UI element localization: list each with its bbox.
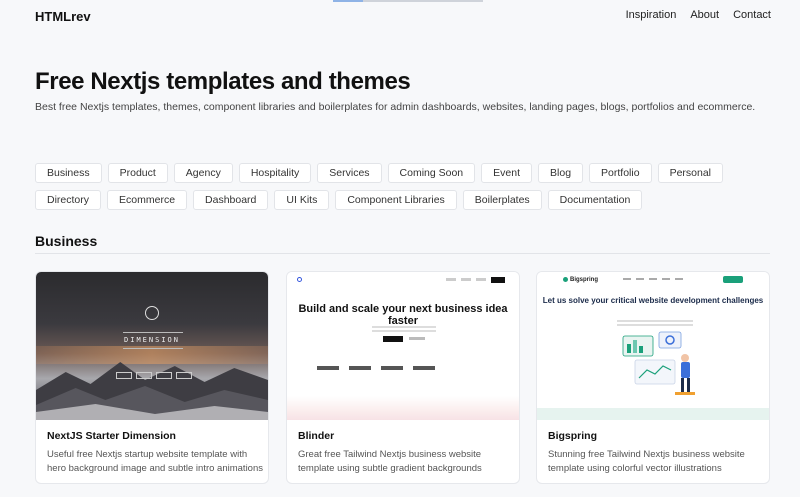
thumb-nav-item	[675, 278, 683, 280]
dashboard-illustration	[622, 331, 695, 395]
template-thumbnail[interactable]: Build and scale your next business idea …	[287, 272, 519, 420]
thumb-nav-item	[636, 278, 644, 280]
partner-logo	[413, 366, 435, 370]
partner-logo	[349, 366, 371, 370]
thumb-text-line	[372, 330, 436, 332]
thumb-nav-button	[491, 277, 505, 283]
card-description: Useful free Nextjs startup website templ…	[47, 449, 263, 474]
thumb-heading: Build and scale your next business idea …	[298, 303, 508, 327]
category-chip-event[interactable]: Event	[481, 163, 533, 183]
template-thumbnail[interactable]: DIMENSION	[36, 272, 268, 420]
partner-logo	[317, 366, 339, 370]
thumb-nav-item	[116, 372, 132, 379]
thumb-nav	[623, 278, 683, 280]
template-thumbnail[interactable]: Bigspring Let us solve your critical web…	[537, 272, 769, 420]
category-chip-hospitality[interactable]: Hospitality	[238, 163, 312, 183]
site-logo[interactable]: HTMLrev	[35, 9, 91, 24]
category-chip-services[interactable]: Services	[317, 163, 382, 183]
category-chip-documentation[interactable]: Documentation	[547, 190, 643, 210]
category-chip-personal[interactable]: Personal	[657, 163, 724, 183]
thumb-logo: Bigspring	[563, 277, 598, 283]
thumb-nav-item	[176, 372, 192, 379]
thumb-nav	[116, 372, 192, 379]
template-card-dimension[interactable]: DIMENSION NextJS Starter Dimension Usefu…	[35, 271, 269, 484]
thumb-nav-item	[461, 278, 471, 281]
thumb-gradient-footer	[287, 396, 519, 420]
section-title: Business	[35, 233, 98, 249]
thumb-logo-icon	[297, 277, 302, 282]
category-chip-product[interactable]: Product	[107, 163, 168, 183]
thumb-heading: DIMENSION	[124, 336, 180, 344]
thumb-text-line	[372, 326, 436, 328]
thumb-nav-item	[476, 278, 486, 281]
section-divider	[35, 253, 770, 254]
thumb-nav-item	[156, 372, 172, 379]
category-chip-boilerplates[interactable]: Boilerplates	[462, 190, 542, 210]
diamond-icon	[145, 306, 159, 320]
category-chip-blog[interactable]: Blog	[538, 163, 584, 183]
site-header: HTMLrev Inspiration About Contact	[0, 0, 800, 34]
thumb-footer	[537, 408, 769, 420]
card-title[interactable]: Bigspring	[548, 430, 597, 442]
category-chip-component-libraries[interactable]: Component Libraries	[335, 190, 457, 210]
category-chip-portfolio[interactable]: Portfolio	[589, 163, 652, 183]
mountain-illustration	[36, 362, 268, 420]
thumb-nav-item	[623, 278, 631, 280]
thumb-text-line	[617, 324, 693, 326]
category-chip-ui-kits[interactable]: UI Kits	[274, 190, 330, 210]
thumb-cta-button	[383, 336, 403, 342]
category-chip-coming-soon[interactable]: Coming Soon	[387, 163, 476, 183]
thumb-divider-top	[123, 332, 183, 333]
thumb-nav-item	[662, 278, 670, 280]
thumb-link	[409, 337, 425, 340]
category-chip-directory[interactable]: Directory	[35, 190, 102, 210]
thumb-nav-item	[446, 278, 456, 281]
card-title[interactable]: Blinder	[298, 430, 334, 442]
thumb-nav-item	[649, 278, 657, 280]
thumb-text-line	[617, 320, 693, 322]
page-title: Free Nextjs templates and themes	[35, 68, 411, 95]
template-card-bigspring[interactable]: Bigspring Let us solve your critical web…	[536, 271, 770, 484]
page-subtitle: Best free Nextjs templates, themes, comp…	[35, 101, 756, 113]
card-description: Stunning free Tailwind Nextjs business w…	[548, 449, 745, 474]
main-nav: Inspiration About Contact	[626, 9, 771, 21]
template-card-blinder[interactable]: Build and scale your next business idea …	[286, 271, 520, 484]
nav-about[interactable]: About	[690, 9, 719, 21]
thumb-cta-button	[723, 276, 743, 283]
category-chip-ecommerce[interactable]: Ecommerce	[107, 190, 188, 210]
thumb-heading: Let us solve your critical website devel…	[542, 296, 764, 305]
thumb-partner-logos	[317, 366, 435, 370]
thumb-nav	[446, 277, 505, 283]
thumb-nav-item	[136, 372, 152, 379]
card-description: Great free Tailwind Nextjs business webs…	[298, 449, 482, 474]
category-list: Business Product Agency Hospitality Serv…	[35, 163, 775, 210]
nav-inspiration[interactable]: Inspiration	[626, 9, 677, 21]
thumb-divider-bottom	[123, 348, 183, 349]
nav-contact[interactable]: Contact	[733, 9, 771, 21]
category-chip-business[interactable]: Business	[35, 163, 102, 183]
category-chip-agency[interactable]: Agency	[173, 163, 233, 183]
card-title[interactable]: NextJS Starter Dimension	[47, 430, 176, 442]
partner-logo	[381, 366, 403, 370]
category-chip-dashboard[interactable]: Dashboard	[193, 190, 269, 210]
